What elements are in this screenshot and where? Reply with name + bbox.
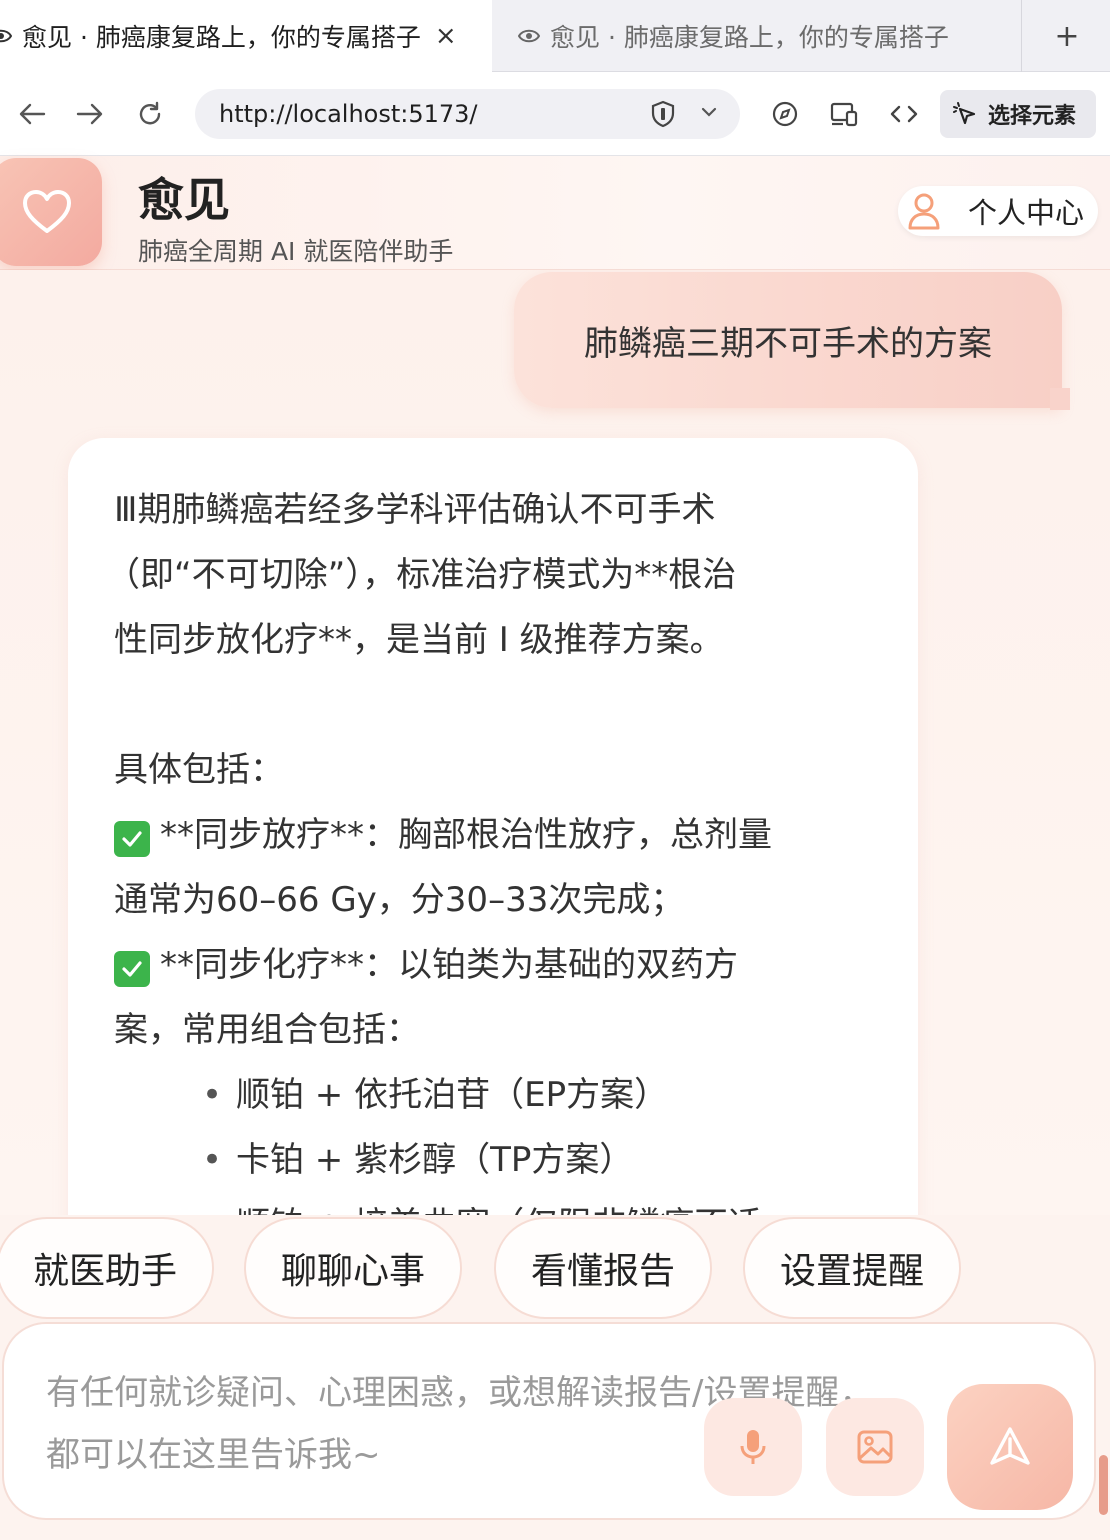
responsive-view-icon[interactable] [824, 94, 864, 134]
bullet: • [202, 1075, 223, 1115]
user-icon [906, 191, 942, 231]
new-tab-button[interactable]: + [1024, 0, 1110, 72]
quick-action-set-reminder[interactable]: 设置提醒 [743, 1217, 961, 1319]
check-mark-icon [114, 951, 150, 987]
browser-tab-active[interactable]: 愈见 · 肺癌康复路上，你的专属搭子 × [0, 0, 492, 72]
eye-icon [0, 25, 12, 47]
code-icon[interactable] [884, 94, 924, 134]
ai-blank-line [114, 673, 878, 738]
ai-text-line: 通常为60–66 Gy，分30–33次完成； [114, 880, 685, 920]
ai-check-line: **同步化疗**：以铂类为基础的双药方 [114, 933, 878, 998]
app-header: 愈见 肺癌全周期 AI 就医陪伴助手 个人中心 [0, 156, 1110, 270]
select-element-label: 选择元素 [988, 104, 1077, 129]
back-arrow-icon[interactable] [12, 94, 52, 134]
heart-icon [23, 190, 71, 233]
bubble-tail [1050, 388, 1070, 410]
ai-text-line: （即“不可切除”），标准治疗模式为**根治 [106, 555, 737, 595]
browser-tab-bar: 愈见 · 肺癌康复路上，你的专属搭子 × 愈见 · 肺癌康复路上，你的专属搭子 … [0, 0, 1110, 72]
ai-text: 顺铂 + 依托泊苷（EP方案） [236, 1075, 669, 1115]
ai-text-line: 案，常用组合包括： [114, 1010, 420, 1050]
heart-logo [0, 158, 102, 266]
bullet: • [202, 1140, 223, 1180]
quick-action-read-report[interactable]: 看懂报告 [494, 1217, 712, 1319]
profile-button[interactable]: 个人中心 [898, 186, 1098, 236]
tab-title: 愈见 · 肺癌康复路上，你的专属搭子 [550, 23, 949, 52]
ai-bullet-line: • 卡铂 + 紫杉醇（TP方案） [114, 1128, 878, 1193]
reload-icon[interactable] [130, 94, 170, 134]
bullet: • [202, 1193, 236, 1215]
profile-label: 个人中心 [968, 196, 1085, 230]
address-bar[interactable]: http://localhost:5173/ [195, 89, 740, 139]
quick-action-medical-assistant[interactable]: 就医助手 [0, 1217, 214, 1319]
forward-arrow-icon[interactable] [70, 94, 110, 134]
ai-text: 顺铂 + 培美曲塞（仅限非鳞癌不适 [236, 1205, 762, 1215]
close-tab-icon[interactable]: × [435, 21, 457, 51]
app-subtitle: 肺癌全周期 AI 就医陪伴助手 [138, 237, 454, 266]
extension-icon[interactable] [765, 94, 805, 134]
ai-text-line: 性同步放化疗**，是当前 Ⅰ 级推荐方案。 [114, 620, 724, 660]
ai-text: **同步放疗**：胸部根治性放疗，总剂量 [160, 815, 772, 855]
image-upload-button[interactable] [826, 1398, 924, 1496]
cursor-select-icon [952, 101, 978, 127]
url-text: http://localhost:5173/ [219, 100, 478, 128]
browser-tab-inactive[interactable]: 愈见 · 肺癌康复路上，你的专属搭子 [494, 0, 1022, 72]
voice-input-button[interactable] [704, 1398, 802, 1496]
check-mark-icon [114, 821, 150, 857]
ai-check-line: **同步放疗**：胸部根治性放疗，总剂量 [114, 803, 878, 868]
quick-actions: 就医助手 聊聊心事 看懂报告 设置提醒 [0, 1215, 1110, 1325]
tab-title: 愈见 · 肺癌康复路上，你的专属搭子 [22, 23, 421, 52]
ai-message-bubble: Ⅲ期肺鳞癌若经多学科评估确认不可手术 （即“不可切除”），标准治疗模式为**根治… [68, 438, 918, 1215]
ai-bullet-line: •顺铂 + 培美曲塞（仅限非鳞癌不适 [114, 1193, 878, 1215]
browser-nav-bar: http://localhost:5173/ 选择元素 [0, 72, 1110, 156]
quick-action-chat-feelings[interactable]: 聊聊心事 [244, 1217, 462, 1319]
eye-icon [518, 25, 540, 47]
ai-text: 卡铂 + 紫杉醇（TP方案） [236, 1140, 634, 1180]
microphone-icon [740, 1430, 766, 1464]
ai-bullet-line: • 顺铂 + 依托泊苷（EP方案） [114, 1063, 878, 1128]
send-button[interactable] [947, 1384, 1073, 1510]
ai-text-line: 具体包括： [114, 750, 284, 790]
scrollbar[interactable] [1099, 1455, 1108, 1515]
user-message-bubble: 肺鳞癌三期不可手术的方案 [514, 272, 1062, 408]
select-element-button[interactable]: 选择元素 [940, 90, 1096, 138]
image-icon [857, 1430, 893, 1464]
shield-icon[interactable] [650, 100, 676, 132]
ai-text: **同步化疗**：以铂类为基础的双药方 [160, 945, 738, 985]
ai-text-line: Ⅲ期肺鳞癌若经多学科评估确认不可手术 [114, 490, 716, 530]
chat-area[interactable]: 肺鳞癌三期不可手术的方案 Ⅲ期肺鳞癌若经多学科评估确认不可手术 （即“不可切除”… [0, 270, 1110, 1215]
message-composer: 有任何就诊疑问、心理困惑，或想解读报告/设置提醒，都可以在这里告诉我~ [2, 1322, 1096, 1520]
chevron-down-icon[interactable] [700, 103, 718, 125]
app-title: 愈见 [138, 173, 230, 227]
send-icon [990, 1427, 1030, 1465]
